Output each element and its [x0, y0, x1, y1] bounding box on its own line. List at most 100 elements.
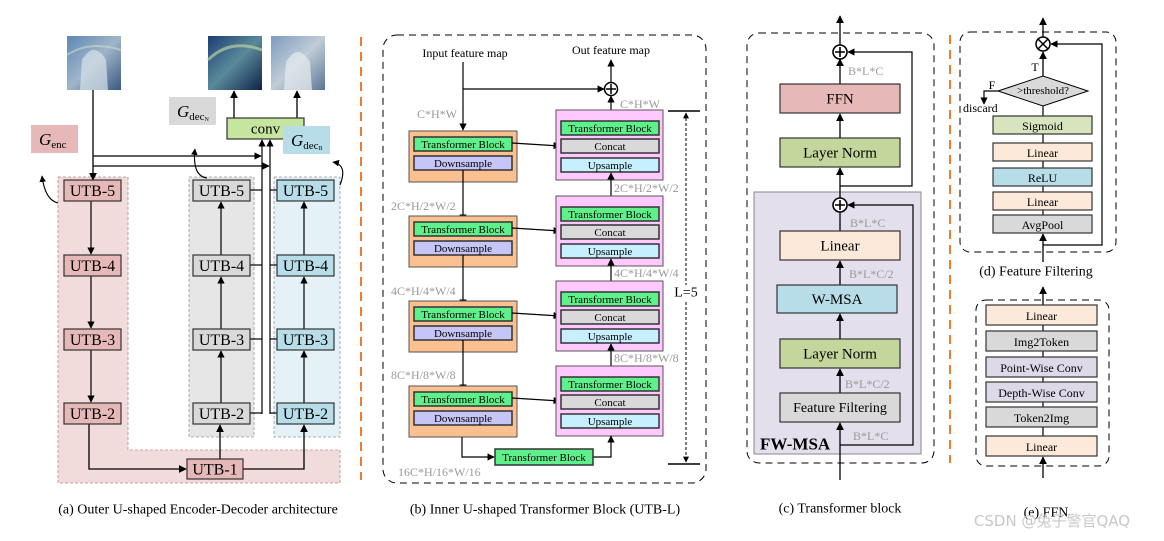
add-icon	[603, 81, 619, 97]
decoder-n-utb-4-label: UTB-4	[199, 258, 244, 275]
upsample-block: Upsample	[560, 243, 660, 259]
out-feature-map-label: Out feature map	[572, 43, 650, 57]
ff-layer-linear-label: Linear	[1027, 146, 1058, 160]
decoder-n-utb-4: UTB-4	[192, 254, 251, 277]
ffn-layer-5: Token2Img	[985, 406, 1098, 428]
decoder-n-utb-2-label: UTB-2	[199, 406, 244, 423]
encoder-utb-5-label: UTB-5	[70, 183, 115, 200]
feature-filtering-block: Feature Filtering	[779, 392, 901, 423]
decoder-b-utb-3-label: UTB-3	[283, 332, 328, 349]
bottleneck-utb-1-label: UTB-1	[192, 462, 237, 479]
downsample-block: Downsample	[413, 240, 513, 256]
dim-label: 16C*H/16*W/16	[398, 465, 481, 479]
layer-norm-block: Layer Norm	[779, 338, 901, 369]
concat-block: Concat	[560, 309, 660, 325]
concat-block-label: Concat	[594, 141, 625, 153]
decoder-n-utb-5: UTB-5	[192, 179, 251, 202]
transformer-block-label: Transformer Block	[568, 123, 652, 135]
encoder-utb-4: UTB-4	[63, 254, 122, 277]
panel-c: FFN Layer Norm Linear W-MSA Layer Norm Featur…	[746, 15, 935, 517]
output-image-noisy	[206, 36, 263, 90]
transformer-block: Transformer Block	[413, 391, 513, 407]
dim-label: C*H*W	[620, 97, 661, 111]
layer-norm-block: Layer Norm	[779, 137, 901, 168]
encoder-utb-3-label: UTB-3	[70, 332, 115, 349]
transformer-block-label: Transformer Block	[421, 139, 505, 151]
decoder-stage-1: Transformer Block Concat Upsample	[555, 109, 664, 181]
transformer-block-label: Transformer Block	[568, 379, 652, 391]
decoder-b-utb-4-label: UTB-4	[283, 258, 328, 275]
upsample-block-label: Upsample	[588, 246, 633, 258]
decoder-b-region	[273, 176, 341, 438]
layer-norm-block-label: Layer Norm	[803, 347, 877, 363]
decoder-n-utb-3-label: UTB-3	[199, 332, 244, 349]
transformer-block-label: Transformer Block	[421, 224, 505, 236]
decoder-b-utb-2-label: UTB-2	[283, 406, 328, 423]
encoder-utb-3: UTB-3	[63, 328, 122, 351]
dim-label: 8C*H/8*W/8	[614, 351, 679, 365]
upsample-block-label: Upsample	[588, 416, 633, 428]
concat-block-label: Concat	[594, 227, 625, 239]
encoder-utb-4-label: UTB-4	[70, 258, 115, 275]
ffn-layer-6: Linear	[985, 435, 1098, 457]
dim-label: B*L*C/2	[845, 377, 890, 391]
ff-layer-avgpool: AvgPool	[992, 214, 1093, 234]
decoder-n-utb-5-label: UTB-5	[199, 183, 244, 200]
decoder-n-utb-2: UTB-2	[192, 402, 251, 425]
true-label: T	[1031, 60, 1039, 74]
encoder-utb-5: UTB-5	[63, 179, 122, 202]
transformer-block: Transformer Block	[560, 206, 660, 222]
bottom-transformer-block-label: Transformer Block	[502, 452, 586, 464]
ff-layer-sigmoid: Sigmoid	[992, 115, 1093, 135]
ffn-layer-2-label: Img2Token	[1014, 335, 1069, 349]
concat-block: Concat	[560, 224, 660, 240]
multiply-icon	[1035, 36, 1051, 52]
ff-layer-linear-label: Linear	[1027, 195, 1058, 209]
input-image	[66, 36, 122, 90]
concat-block: Concat	[560, 394, 660, 410]
dim-label: B*L*C	[853, 429, 888, 443]
transformer-block: Transformer Block	[560, 376, 660, 392]
ffn-layer-3: Point-Wise Conv	[985, 356, 1098, 378]
ffn-layer-4: Depth-Wise Conv	[985, 381, 1098, 403]
downsample-block: Downsample	[413, 155, 513, 171]
upsample-block: Upsample	[560, 328, 660, 344]
fw-msa-label: FW-MSA	[760, 435, 831, 454]
ffn-layer-5-label: Token2Img	[1014, 411, 1069, 425]
g-enc-label: Genc	[31, 125, 78, 153]
decoder-stage-4: Transformer Block Concat Upsample	[555, 365, 664, 437]
decoder-b-utb-2: UTB-2	[276, 402, 335, 425]
ffn-block-label: FFN	[826, 92, 854, 108]
dim-label: C*H*W	[417, 107, 458, 121]
linear-block-label: Linear	[820, 239, 859, 255]
decoder-n-utb-3: UTB-3	[192, 328, 251, 351]
discard-label: discard	[963, 101, 998, 115]
concat-block-label: Concat	[594, 397, 625, 409]
dim-label: B*L*C	[850, 216, 885, 230]
decoder-b-utb-3: UTB-3	[276, 328, 335, 351]
threshold-label: >threshold?	[1017, 85, 1069, 97]
linear-block: Linear	[779, 230, 901, 261]
architecture-diagram: Transformer Block Downsample Transformer B…	[31, 15, 1130, 530]
feature-filtering-block-label: Feature Filtering	[793, 401, 887, 416]
upsample-block: Upsample	[560, 413, 660, 429]
panel-d: Sigmoid Linear ReLU Linear AvgPool >threshold…	[959, 17, 1117, 280]
add-icon	[832, 44, 848, 60]
dim-label: 4C*H/4*W/4	[614, 266, 679, 280]
transformer-block-label: Transformer Block	[421, 309, 505, 321]
caption-d: (d) Feature Filtering	[979, 265, 1093, 280]
transformer-block: Transformer Block	[413, 306, 513, 322]
dim-label: 4C*H/4*W/4	[391, 284, 456, 298]
dim-label: 2C*H/2*W/2	[391, 199, 456, 213]
decoder-stage-3: Transformer Block Concat Upsample	[555, 280, 664, 352]
decoder-b-utb-5: UTB-5	[276, 179, 335, 202]
ffn-layer-1-label: Linear	[1026, 309, 1057, 323]
concat-block: Concat	[560, 138, 660, 154]
transformer-block-label: Transformer Block	[568, 209, 652, 221]
ff-layer-linear: Linear	[992, 191, 1093, 211]
decoder-stage-2: Transformer Block Concat Upsample	[555, 195, 664, 267]
ff-layer-linear: Linear	[992, 142, 1093, 162]
ffn-layer-4-label: Depth-Wise Conv	[998, 386, 1085, 400]
transformer-block: Transformer Block	[560, 291, 660, 307]
ffn-layer-6-label: Linear	[1026, 440, 1057, 454]
